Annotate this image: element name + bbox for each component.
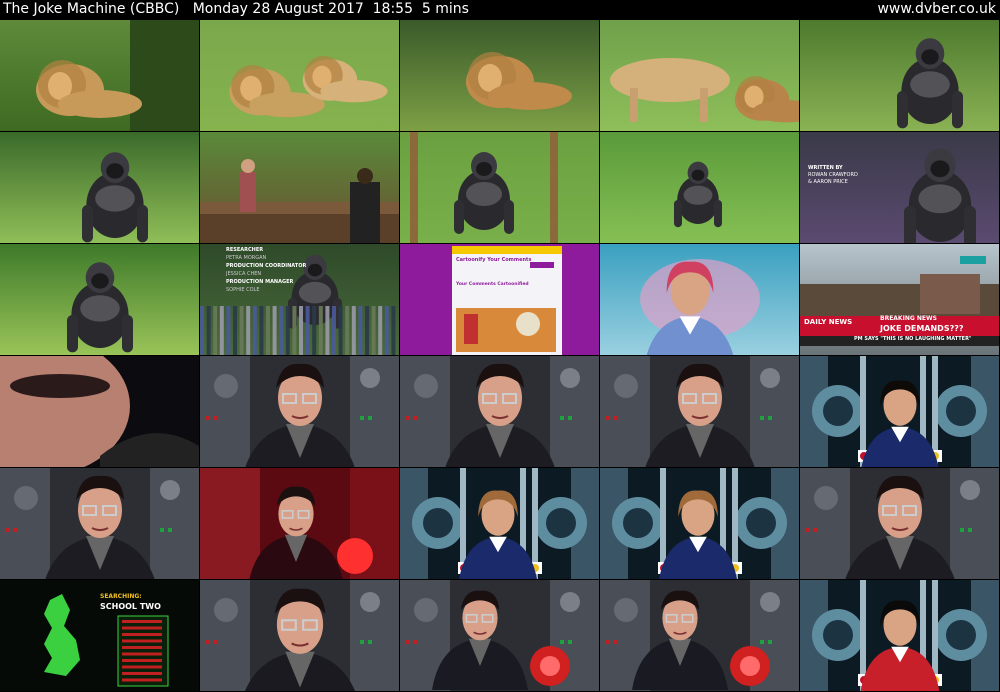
thumbnail-image bbox=[600, 356, 799, 467]
thumbnail-image bbox=[400, 468, 599, 579]
thumbnail-host-red[interactable] bbox=[200, 468, 399, 579]
credit-line: PRODUCTION COORDINATOR bbox=[226, 263, 307, 269]
thumbnail-image bbox=[200, 132, 399, 243]
map-searching-label: SEARCHING: bbox=[100, 593, 142, 600]
news-badge-right: BREAKING NEWS bbox=[880, 315, 937, 322]
credit-line: ROWAN CRAWFORD bbox=[808, 172, 858, 178]
credit-line: JESSICA CHEN bbox=[226, 271, 262, 277]
thumbnail-lion-sitting[interactable] bbox=[400, 20, 599, 131]
thumbnail-image bbox=[0, 132, 199, 243]
thumbnail-host[interactable] bbox=[600, 356, 799, 467]
thumbnail-image bbox=[400, 132, 599, 243]
credit-line: RESEARCHER bbox=[226, 247, 264, 253]
thumbnail-host[interactable] bbox=[400, 356, 599, 467]
thumbnail-image bbox=[0, 356, 199, 467]
thumbnail-image bbox=[800, 580, 999, 691]
thumbnail-image bbox=[800, 468, 999, 579]
thumbnail-map[interactable]: SEARCHING: SCHOOL TWO bbox=[0, 580, 199, 691]
thumbnail-girl-pod-2[interactable] bbox=[600, 468, 799, 579]
thumbnail-image bbox=[200, 20, 399, 131]
thumbnail-image bbox=[400, 356, 599, 467]
thumbnail-host[interactable] bbox=[800, 468, 999, 579]
thumbnail-image bbox=[400, 580, 599, 691]
thumbnail-image bbox=[400, 20, 599, 131]
thumbnail-image bbox=[800, 132, 999, 243]
thumbnail-host-machine[interactable] bbox=[400, 580, 599, 691]
thumbnail-gorilla-walking[interactable] bbox=[800, 20, 999, 131]
thumbnail-image bbox=[200, 468, 399, 579]
thumbnail-host[interactable] bbox=[0, 468, 199, 579]
thumbnail-web-page[interactable]: Cartoonify Your Comments Your Comments Ca… bbox=[400, 244, 599, 355]
site-link[interactable]: www.dvber.co.uk bbox=[877, 0, 996, 19]
map-school-name: SCHOOL TWO bbox=[100, 602, 161, 611]
web-page-subtitle: Your Comments Cartoonified bbox=[456, 282, 529, 287]
news-headline: JOKE DEMANDS??? bbox=[880, 324, 964, 333]
news-badge-left: DAILY NEWS bbox=[804, 318, 853, 326]
credit-line: PRODUCTION MANAGER bbox=[226, 279, 294, 285]
thumbnail-image bbox=[600, 132, 799, 243]
news-subline: PM SAYS "THIS IS NO LAUGHING MATTER" bbox=[854, 336, 972, 342]
web-page-title: Cartoonify Your Comments bbox=[456, 257, 532, 263]
thumbnail-gorilla-credits-2[interactable]: RESEARCHER PETRA MORGAN PRODUCTION COORDIN… bbox=[200, 244, 399, 355]
thumbnail-boy-pod[interactable] bbox=[800, 580, 999, 691]
thumbnail-host-smile[interactable] bbox=[200, 580, 399, 691]
thumbnail-gorilla-field[interactable] bbox=[600, 132, 799, 243]
thumbnail-image bbox=[600, 580, 799, 691]
programme-title: The Joke Machine (CBBC) Monday 28 August… bbox=[3, 1, 469, 17]
thumbnail-lioness-lion[interactable] bbox=[600, 20, 799, 131]
thumbnail-grid: WRITTEN BY ROWAN CRAWFORD & AARON PRICE RES… bbox=[0, 20, 1000, 692]
credit-line: WRITTEN BY bbox=[808, 165, 843, 171]
thumbnail-image bbox=[0, 244, 199, 355]
thumbnail-image bbox=[800, 356, 999, 467]
thumbnail-boy-paint[interactable] bbox=[600, 244, 799, 355]
credit-line: & AARON PRICE bbox=[808, 179, 848, 185]
thumbnail-gorilla-grass[interactable] bbox=[0, 132, 199, 243]
thumbnail-host-machine[interactable] bbox=[600, 580, 799, 691]
thumbnail-image bbox=[600, 244, 799, 355]
thumbnail-closeup[interactable] bbox=[0, 356, 199, 467]
thumbnail-gorilla-credits[interactable]: WRITTEN BY ROWAN CRAWFORD & AARON PRICE bbox=[800, 132, 999, 243]
credit-line: SOPHIE COLE bbox=[226, 287, 260, 293]
thumbnail-image bbox=[0, 20, 199, 131]
thumbnail-image bbox=[200, 580, 399, 691]
thumbnail-girl-pod[interactable] bbox=[800, 356, 999, 467]
thumbnail-lion-lying[interactable] bbox=[0, 20, 199, 131]
title-bar: The Joke Machine (CBBC) Monday 28 August… bbox=[0, 0, 1000, 20]
thumbnail-gorilla-grass-2[interactable] bbox=[0, 244, 199, 355]
thumbnail-image bbox=[600, 468, 799, 579]
thumbnail-host[interactable] bbox=[200, 356, 399, 467]
thumbnail-image bbox=[0, 468, 199, 579]
thumbnail-gorilla-sitting[interactable] bbox=[400, 132, 599, 243]
thumbnail-breaking-news[interactable]: DAILY NEWS BREAKING NEWS JOKE DEMANDS??? PM… bbox=[800, 244, 999, 355]
thumbnail-image bbox=[200, 356, 399, 467]
thumbnail-image bbox=[800, 20, 999, 131]
thumbnail-zoo-visitors[interactable] bbox=[200, 132, 399, 243]
credit-line: PETRA MORGAN bbox=[226, 255, 267, 261]
thumbnail-lioness-pair[interactable] bbox=[200, 20, 399, 131]
thumbnail-image bbox=[600, 20, 799, 131]
thumbnail-girl-pod-2[interactable] bbox=[400, 468, 599, 579]
